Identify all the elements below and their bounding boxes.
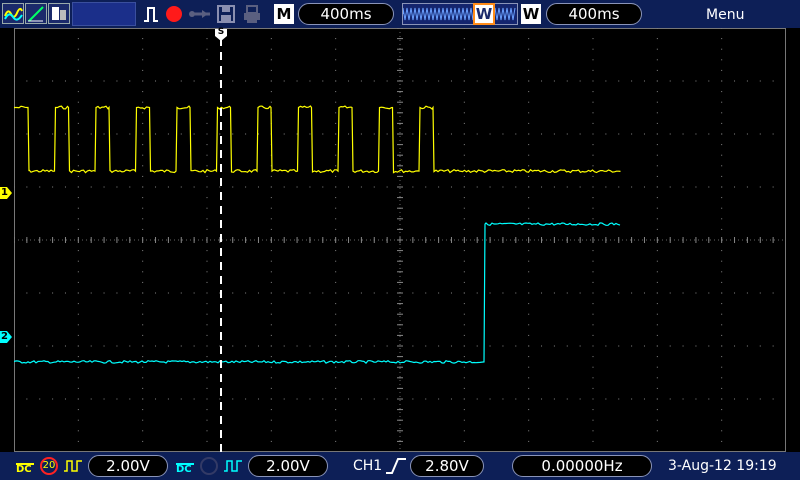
trigger-position-marker: S <box>214 27 228 41</box>
window-timebase-value[interactable]: 400ms <box>546 3 642 25</box>
trigger-source[interactable]: CH1 <box>353 458 382 474</box>
print-icon[interactable] <box>242 4 262 24</box>
trigger-level-value[interactable]: 2.80V <box>410 455 484 477</box>
ch1-invert-icon <box>62 458 84 474</box>
frequency-value: 0.00000Hz <box>512 455 652 477</box>
measure-icon[interactable] <box>48 3 70 24</box>
top-status-bar: M 400ms W W 400ms Menu <box>0 0 800 28</box>
ch1-scale-value[interactable]: 2.00V <box>88 455 168 477</box>
waveform-graticule <box>13 27 786 452</box>
bottom-status-bar: DC 20 2.00V DC 2.00V CH1 2.80V 0.00000Hz… <box>0 452 800 480</box>
rising-edge-icon <box>385 457 407 475</box>
date-time: 3-Aug-12 19:19 <box>668 458 777 474</box>
menu-button[interactable]: Menu <box>706 7 744 23</box>
record-dot-icon[interactable] <box>166 6 182 22</box>
window-position-marker[interactable]: W <box>473 3 495 25</box>
ch1-ground-marker[interactable]: 1 <box>0 187 12 199</box>
run-pulse-icon[interactable] <box>142 4 162 24</box>
timebase-value[interactable]: 400ms <box>298 3 394 25</box>
ch1-bandwidth-limit[interactable]: 20 <box>40 457 58 475</box>
ch2-bandwidth-limit-icon[interactable] <box>200 457 218 475</box>
ch2-invert-icon <box>222 458 244 474</box>
status-display-box <box>72 2 136 26</box>
ch1-waveform-trace <box>14 105 621 174</box>
timebase-mode-label: M <box>274 4 294 24</box>
ch1-wave-icon[interactable] <box>2 3 24 24</box>
ch2-scale-value[interactable]: 2.00V <box>248 455 328 477</box>
window-position-bar[interactable]: W <box>402 3 518 25</box>
usb-icon <box>188 6 214 22</box>
ch2-ground-marker[interactable]: 2 <box>0 331 12 343</box>
window-mode-label: W <box>521 4 541 24</box>
save-icon[interactable] <box>216 4 236 24</box>
waveform-display <box>13 27 786 452</box>
ch1-coupling[interactable]: DC <box>16 457 34 475</box>
ch2-coupling[interactable]: DC <box>176 457 194 475</box>
ch2-slope-icon[interactable] <box>25 3 47 24</box>
